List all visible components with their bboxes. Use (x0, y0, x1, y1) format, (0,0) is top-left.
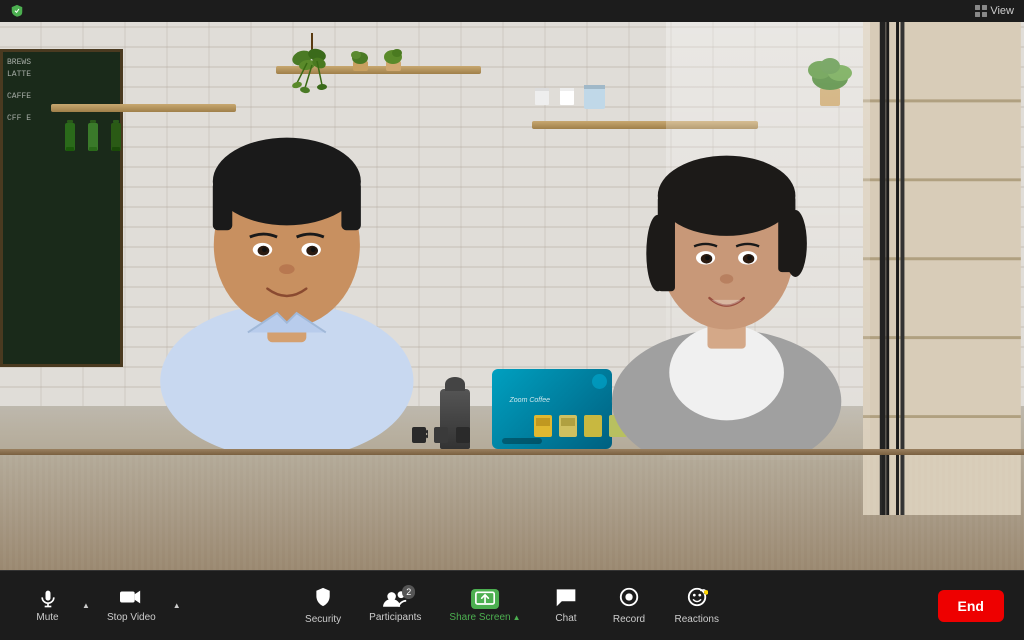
share-caret[interactable]: ▲ (513, 613, 521, 622)
toolbar-left: Mute ▲ Stop Video ▲ (20, 582, 184, 629)
shelf-bottles (61, 115, 125, 155)
video-area: BREWSLATTECAFFECFF E (0, 22, 1024, 570)
toolbar-right: End (938, 590, 1004, 622)
toolbar-center: Security 2 Participants (295, 580, 729, 631)
shield-icon (10, 4, 24, 18)
record-button[interactable]: Record (601, 580, 656, 631)
counter-edge (0, 449, 1024, 455)
machine-brand: Zoom Coffee (510, 397, 550, 404)
security-button[interactable]: Security (295, 580, 351, 631)
view-label: View (990, 5, 1014, 17)
toolbar: Mute ▲ Stop Video ▲ Security (0, 570, 1024, 640)
grid-icon (975, 5, 987, 17)
chalkboard-text: BREWSLATTECAFFECFF E (7, 57, 31, 124)
reactions-button[interactable]: + Reactions (664, 580, 728, 631)
share-screen-label: Share Screen (449, 612, 510, 623)
view-button[interactable]: View (975, 5, 1014, 17)
mute-caret[interactable]: ▲ (79, 586, 93, 626)
cafe-background: BREWSLATTECAFFECFF E (0, 22, 1024, 570)
person-right (573, 38, 880, 449)
stop-video-button[interactable]: Stop Video (97, 582, 166, 629)
person-left (123, 22, 451, 449)
camera-icon (120, 588, 142, 609)
stop-video-label: Stop Video (107, 612, 156, 623)
reactions-icon: + (686, 586, 708, 611)
stairs-area (860, 22, 1024, 515)
record-icon (618, 586, 640, 611)
participants-badge: 2 (402, 585, 415, 599)
share-screen-icon (471, 589, 499, 609)
record-label: Record (613, 614, 645, 625)
security-icon (313, 586, 333, 611)
microphone-icon (38, 589, 58, 609)
participants-icon: 2 (383, 589, 407, 609)
share-screen-button[interactable]: Share Screen ▲ (439, 583, 530, 629)
participants-button[interactable]: 2 Participants (359, 583, 431, 629)
wooden-counter (0, 449, 1024, 570)
title-bar: View (0, 0, 1024, 22)
svg-text:+: + (703, 592, 705, 596)
security-label: Security (305, 614, 341, 625)
end-button[interactable]: End (938, 590, 1004, 622)
mute-button[interactable]: Mute (20, 583, 75, 629)
chat-icon (555, 587, 577, 610)
mute-label: Mute (36, 612, 58, 623)
video-caret[interactable]: ▲ (170, 586, 184, 626)
participants-label: Participants (369, 612, 421, 623)
chat-label: Chat (555, 613, 576, 624)
chat-button[interactable]: Chat (538, 581, 593, 630)
chalkboard: BREWSLATTECAFFECFF E (0, 49, 123, 367)
reactions-label: Reactions (674, 614, 718, 625)
